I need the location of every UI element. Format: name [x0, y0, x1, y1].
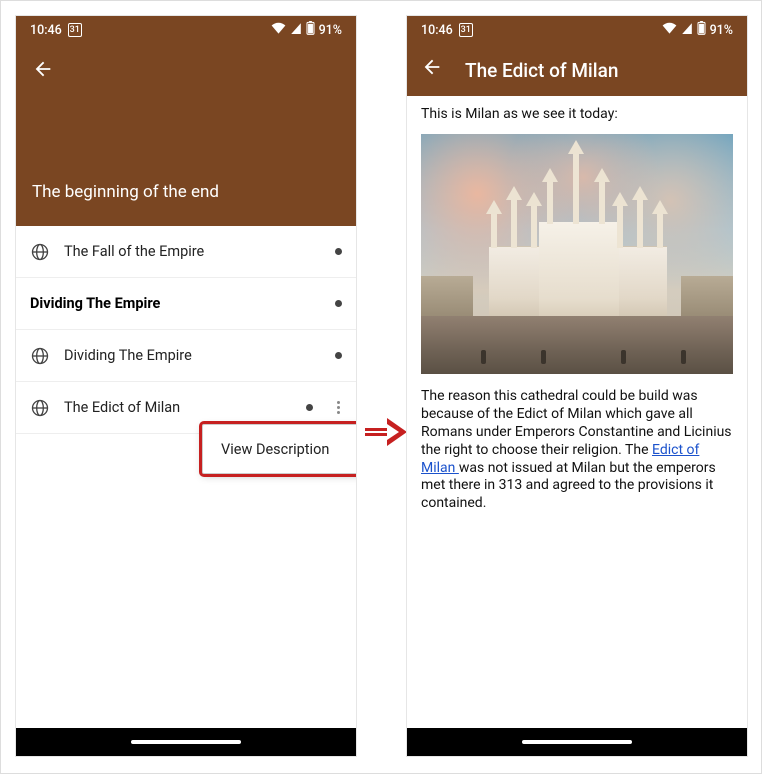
status-bar: 10:46 31 91% — [16, 16, 356, 44]
list-item[interactable]: Dividing The Empire — [16, 330, 356, 382]
battery-text: 91% — [319, 23, 342, 38]
clock-text: 10:46 — [421, 23, 453, 38]
phone-screen-detail: 10:46 31 91% The Edict of Milan This is … — [407, 16, 747, 756]
android-nav-bar — [16, 728, 356, 756]
list-item-label: The Fall of the Empire — [64, 243, 321, 260]
status-dot-icon — [335, 352, 342, 359]
phone-screen-list: 10:46 31 91% The beginning of the end — [16, 16, 356, 756]
signal-icon — [290, 22, 302, 38]
nav-pill-icon[interactable] — [522, 740, 632, 744]
annotation-arrow-icon — [365, 417, 409, 447]
milan-cathedral-image — [421, 134, 733, 374]
nav-pill-icon[interactable] — [131, 740, 241, 744]
section-header-label: Dividing The Empire — [30, 295, 335, 312]
description-content: This is Milan as we see it today: The re… — [407, 96, 747, 533]
page-header: The Edict of Milan — [407, 44, 747, 96]
android-nav-bar — [407, 728, 747, 756]
calendar-icon: 31 — [459, 23, 473, 37]
battery-icon — [306, 21, 315, 39]
calendar-icon: 31 — [68, 23, 82, 37]
page-title: The Edict of Milan — [465, 59, 618, 82]
battery-icon — [697, 21, 706, 39]
status-dot-icon — [306, 404, 313, 411]
status-dot-icon — [335, 300, 342, 307]
list-section-header: Dividing The Empire — [16, 278, 356, 330]
list-item-label: The Edict of Milan — [64, 399, 292, 416]
list-item-label: Dividing The Empire — [64, 347, 321, 364]
globe-icon — [30, 346, 50, 366]
globe-icon — [30, 398, 50, 418]
wifi-icon — [662, 22, 677, 38]
status-bar: 10:46 31 91% — [407, 16, 747, 44]
intro-text: This is Milan as we see it today: — [421, 106, 733, 124]
page-header: The beginning of the end — [16, 44, 356, 226]
status-dot-icon — [335, 248, 342, 255]
back-arrow-icon[interactable] — [32, 58, 54, 86]
battery-text: 91% — [710, 23, 733, 38]
view-description-item[interactable]: View Description — [203, 425, 356, 473]
more-vert-icon[interactable] — [335, 395, 342, 420]
signal-icon — [681, 22, 693, 38]
body-text: The reason this cathedral could be build… — [421, 388, 733, 513]
content-list: The Fall of the Empire Dividing The Empi… — [16, 226, 356, 434]
list-item[interactable]: The Fall of the Empire — [16, 226, 356, 278]
page-title: The beginning of the end — [32, 182, 340, 202]
back-arrow-icon[interactable] — [421, 56, 443, 84]
body-after-link: was not issued at Milan but the emperors… — [421, 460, 716, 512]
globe-icon — [30, 242, 50, 262]
context-menu: View Description — [202, 424, 356, 474]
wifi-icon — [271, 22, 286, 38]
clock-text: 10:46 — [30, 23, 62, 38]
